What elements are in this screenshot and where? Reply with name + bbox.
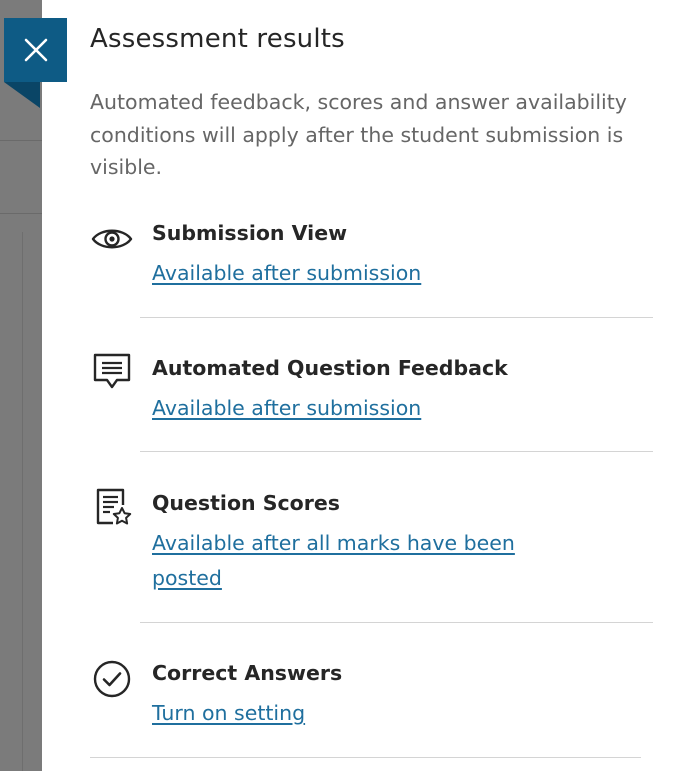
panel-description: Automated feedback, scores and answer av… xyxy=(90,90,627,179)
availability-link[interactable]: Available after submission xyxy=(152,256,522,291)
eye-icon xyxy=(90,221,134,257)
divider xyxy=(140,451,653,452)
item-title: Correct Answers xyxy=(152,661,343,685)
feedback-icon xyxy=(90,352,134,392)
panel-title: Assessment results xyxy=(90,24,345,54)
item-title: Question Scores xyxy=(152,491,340,515)
close-icon xyxy=(24,38,47,62)
backdrop-divider xyxy=(0,140,42,141)
item-title: Automated Question Feedback xyxy=(152,356,508,380)
divider xyxy=(140,622,653,623)
check-circle-icon xyxy=(90,659,134,699)
backdrop-edge xyxy=(22,232,23,771)
page-backdrop xyxy=(0,0,42,771)
close-button[interactable] xyxy=(4,18,67,82)
divider xyxy=(140,317,653,318)
close-button-tab xyxy=(4,82,40,108)
turn-on-setting-link[interactable]: Turn on setting xyxy=(152,696,522,731)
availability-link[interactable]: Available after submission xyxy=(152,391,522,426)
backdrop-divider xyxy=(0,213,42,214)
item-title: Submission View xyxy=(152,221,348,245)
availability-link[interactable]: Available after all marks have been post… xyxy=(152,526,522,596)
scores-icon xyxy=(90,487,134,527)
divider xyxy=(90,757,641,758)
